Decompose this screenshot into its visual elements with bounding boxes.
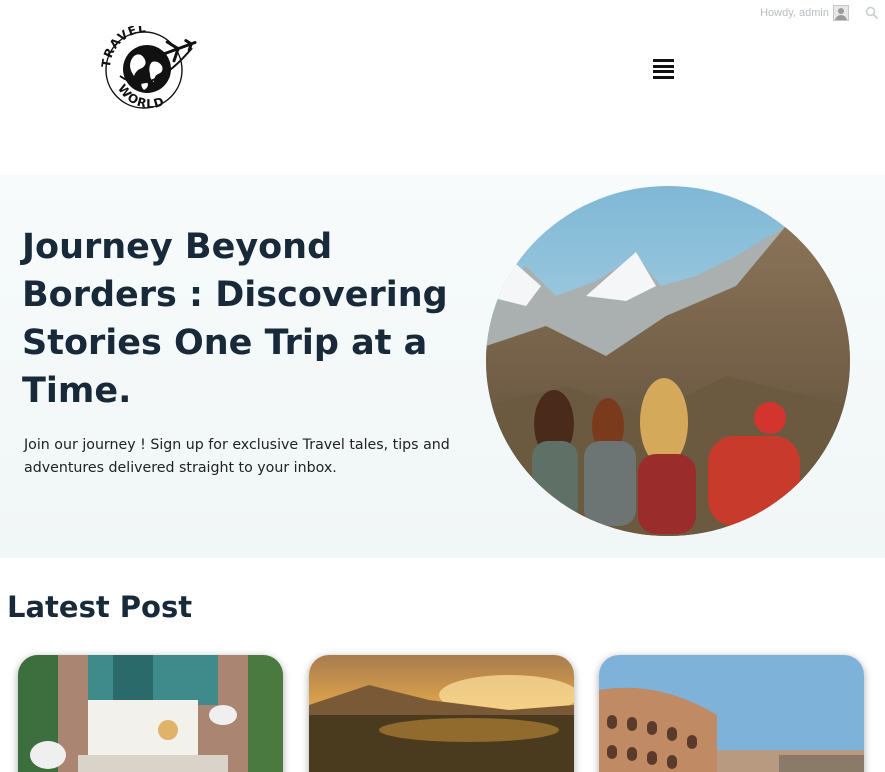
post-card-lounge[interactable] xyxy=(18,655,283,772)
site-header: TRAVEL WORLD xyxy=(0,0,885,175)
hero-image xyxy=(486,186,850,536)
colosseum-image xyxy=(599,655,864,772)
hero-title: Journey Beyond Borders : Discovering Sto… xyxy=(22,227,448,411)
hamburger-menu-icon[interactable] xyxy=(653,59,674,79)
latest-post-heading: Latest Post xyxy=(7,590,193,624)
post-card-sunset[interactable] xyxy=(309,655,574,772)
latest-post-list xyxy=(0,655,885,772)
hero-section: Journey Beyond Borders : Discovering Sto… xyxy=(0,175,885,558)
sunset-valley-image xyxy=(309,655,574,772)
site-logo[interactable]: TRAVEL WORLD xyxy=(99,21,200,114)
lounge-terrace-image xyxy=(18,655,283,772)
post-card-colosseum[interactable] xyxy=(599,655,864,772)
globe-icon: TRAVEL WORLD xyxy=(99,21,197,111)
hero-subtitle: Join our journey ! Sign up for exclusive… xyxy=(24,437,450,476)
